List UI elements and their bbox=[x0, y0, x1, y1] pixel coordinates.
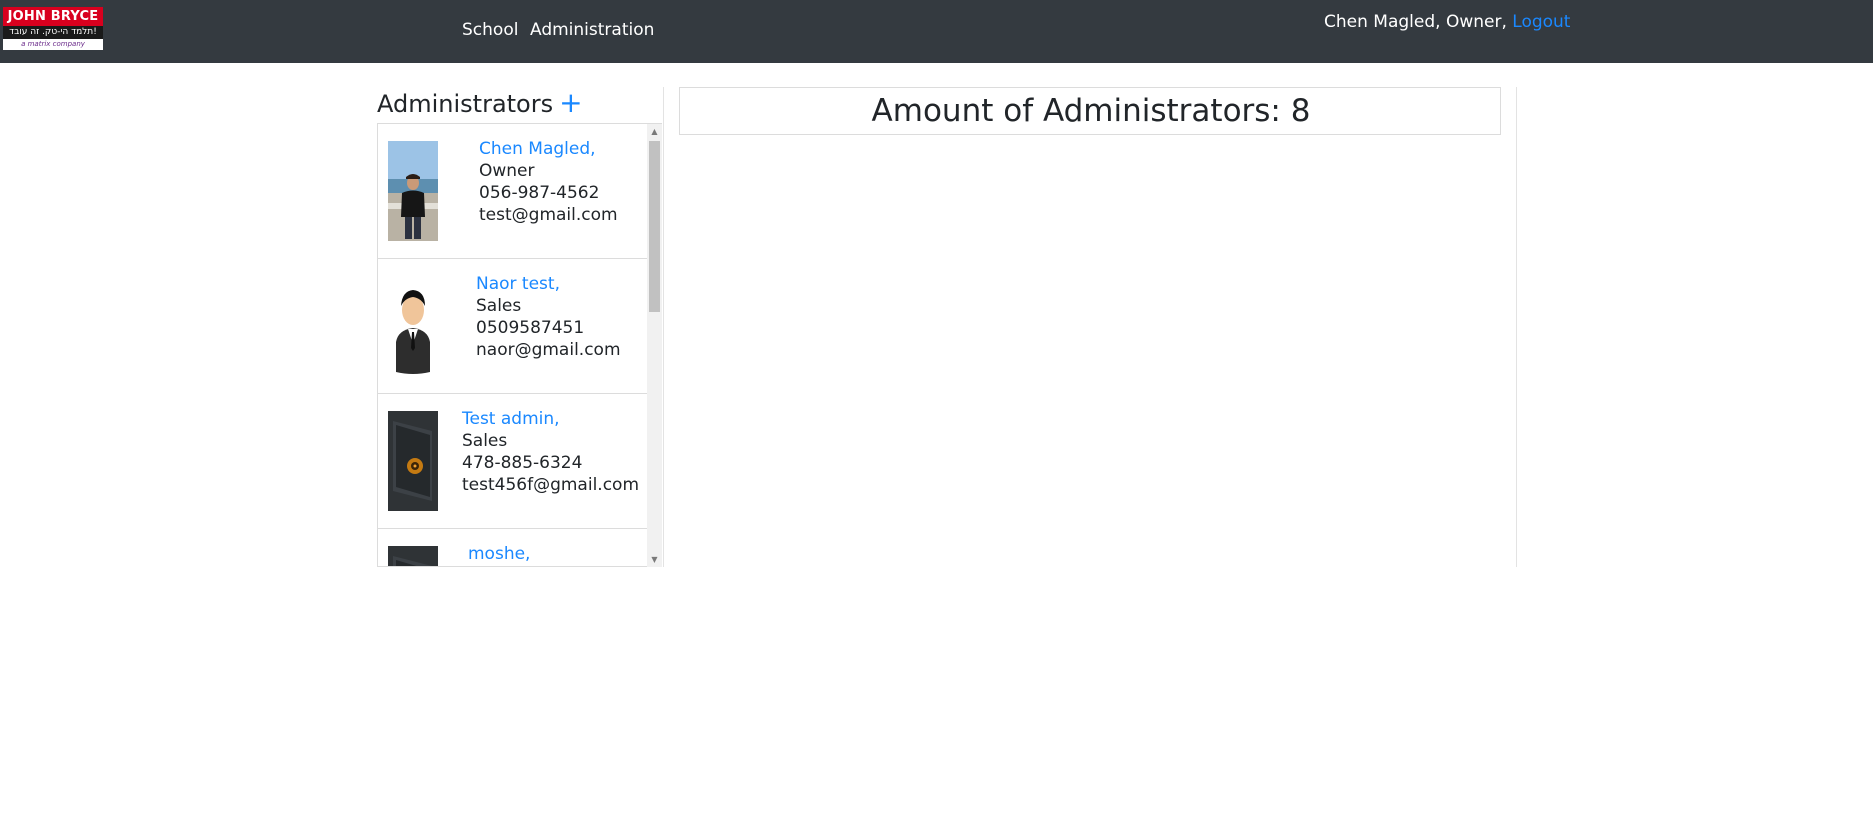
add-administrator-button[interactable]: + bbox=[559, 86, 582, 119]
administrators-list[interactable]: Chen Magled, Owner 056-987-4562 test@gma… bbox=[377, 123, 662, 567]
admin-name-link[interactable]: Naor test, bbox=[476, 273, 621, 295]
logo-title: JOHN BRYCE bbox=[3, 7, 103, 26]
admin-info: Chen Magled, Owner 056-987-4562 test@gma… bbox=[479, 138, 618, 226]
admin-name-link[interactable]: Chen Magled, bbox=[479, 138, 618, 160]
admin-info: Test admin, Sales 478-885-6324 test456f@… bbox=[462, 408, 639, 496]
admin-name-link[interactable]: moshe, bbox=[468, 543, 530, 565]
avatar bbox=[388, 141, 438, 241]
john-bryce-logo[interactable]: JOHN BRYCE תלמד הי-טק. זה עובד! a matrix… bbox=[3, 7, 103, 50]
admin-email: test456f@gmail.com bbox=[462, 475, 640, 495]
amount-of-administrators: Amount of Administrators: 8 bbox=[871, 93, 1311, 129]
admin-email: test@gmail.com bbox=[479, 205, 618, 225]
amount-panel: Amount of Administrators: 8 bbox=[679, 87, 1501, 135]
nav-link-administration[interactable]: Administration bbox=[530, 19, 654, 41]
admin-phone: 478-885-6324 bbox=[462, 453, 583, 473]
admin-email: naor@gmail.com bbox=[476, 340, 621, 360]
admin-name-link[interactable]: Test admin, bbox=[462, 408, 639, 430]
top-navbar: JOHN BRYCE תלמד הי-טק. זה עובד! a matrix… bbox=[0, 0, 1873, 63]
admin-role: Owner bbox=[479, 161, 535, 181]
list-item[interactable]: moshe, bbox=[378, 529, 647, 566]
admin-info: Naor test, Sales 0509587451 naor@gmail.c… bbox=[476, 273, 621, 361]
logo-tagline: a matrix company bbox=[21, 40, 85, 48]
logo-slogan: תלמד הי-טק. זה עובד! bbox=[3, 26, 103, 39]
nav-link-school[interactable]: School bbox=[462, 19, 518, 41]
logout-link[interactable]: Logout bbox=[1512, 12, 1570, 32]
list-scrollbar[interactable]: ▲ ▼ bbox=[647, 124, 662, 567]
scroll-up-arrow-icon[interactable]: ▲ bbox=[647, 124, 662, 139]
user-info: Chen Magled, Owner, Logout bbox=[1324, 11, 1570, 33]
scrollbar-thumb[interactable] bbox=[649, 141, 660, 312]
list-item[interactable]: Naor test, Sales 0509587451 naor@gmail.c… bbox=[378, 259, 647, 394]
admin-role: Sales bbox=[476, 296, 522, 316]
list-item[interactable]: Chen Magled, Owner 056-987-4562 test@gma… bbox=[378, 124, 647, 259]
left-panel-divider bbox=[663, 87, 664, 567]
admin-role: Sales bbox=[462, 431, 508, 451]
administrators-title: Administrators bbox=[377, 90, 554, 118]
admin-phone: 0509587451 bbox=[476, 318, 585, 338]
admin-info: moshe, bbox=[468, 543, 530, 565]
list-item[interactable]: Test admin, Sales 478-885-6324 test456f@… bbox=[378, 394, 647, 529]
businessman-icon bbox=[388, 276, 438, 376]
admin-phone: 056-987-4562 bbox=[479, 183, 600, 203]
avatar bbox=[388, 546, 438, 566]
administrators-heading: Administrators + bbox=[377, 88, 583, 119]
right-panel-divider bbox=[1516, 87, 1517, 567]
avatar bbox=[388, 411, 438, 511]
scroll-down-arrow-icon[interactable]: ▼ bbox=[647, 552, 662, 567]
user-name-role: Chen Magled, Owner, bbox=[1324, 12, 1513, 32]
